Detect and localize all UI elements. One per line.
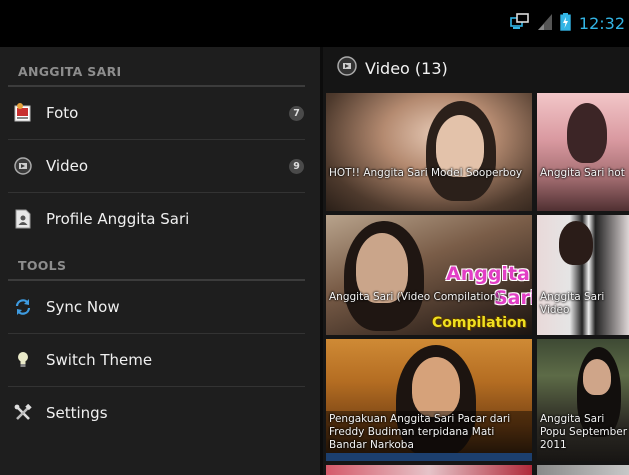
status-time: 12:32 [578, 14, 625, 33]
promo-banner: Compilation [432, 315, 527, 331]
status-bar: 12:32 [0, 0, 629, 47]
video-caption: Anggita Sari Video [540, 291, 605, 316]
video-thumbnail[interactable]: Anggita Sari Video [537, 215, 629, 335]
video-content-pane: Video (13) HOT!! Anggita Sari Model Soop… [323, 47, 629, 475]
settings-tools-icon [0, 404, 46, 422]
video-caption: HOT!! Anggita Sari Model Sooperboy [329, 167, 523, 179]
profile-icon [0, 209, 46, 229]
battery-charging-icon [560, 12, 571, 35]
drawer-item-label: Profile Anggita Sari [46, 210, 190, 228]
video-icon [0, 157, 46, 175]
video-caption: Pengakuan Anggita Sari Pacar dari Freddy… [329, 413, 511, 451]
network-transfer-icon [510, 12, 530, 35]
drawer-item-label: Video [46, 157, 89, 175]
photo-icon [0, 103, 46, 123]
page-title: Video (13) [365, 58, 448, 78]
video-thumbnail[interactable] [537, 465, 629, 475]
video-thumbnail[interactable]: Anggita Sari Compilation Anggita Sari (V… [326, 215, 532, 335]
video-caption: Anggita Sari hot [540, 167, 625, 179]
lightbulb-icon [0, 351, 46, 369]
drawer-header: ANGGITA SARI [18, 64, 122, 79]
video-thumbnail[interactable]: Anggita Sari hot [537, 93, 629, 211]
drawer-item-switch-theme[interactable]: Switch Theme [0, 334, 306, 386]
drawer-item-label: Foto [46, 104, 79, 122]
signal-icon [537, 13, 552, 34]
drawer-item-label: Sync Now [46, 298, 120, 316]
video-thumbnail[interactable] [326, 465, 532, 475]
sync-icon [0, 298, 46, 316]
drawer-item-profile[interactable]: Profile Anggita Sari [0, 193, 306, 245]
drawer-item-foto[interactable]: Foto 7 [0, 87, 306, 139]
video-icon [337, 56, 357, 80]
tools-section-header: TOOLS [18, 258, 67, 273]
navigation-drawer: ANGGITA SARI Foto 7 Video 9 Profile Angg… [0, 47, 320, 475]
drawer-item-label: Settings [46, 404, 108, 422]
drawer-item-video[interactable]: Video 9 [0, 140, 306, 192]
video-thumbnail[interactable]: Pengakuan Anggita Sari Pacar dari Freddy… [326, 339, 532, 461]
count-badge: 7 [289, 105, 304, 121]
count-badge: 9 [289, 158, 304, 174]
video-thumbnail[interactable]: HOT!! Anggita Sari Model Sooperboy [326, 93, 532, 211]
video-caption: Anggita Sari Popu September 2011 [540, 413, 628, 451]
drawer-item-sync-now[interactable]: Sync Now [0, 281, 306, 333]
drawer-item-settings[interactable]: Settings [0, 387, 306, 439]
drawer-item-label: Switch Theme [46, 351, 153, 369]
video-thumbnail[interactable]: Anggita Sari Popu September 2011 [537, 339, 629, 461]
promo-title: Anggita [446, 263, 530, 285]
content-header: Video (13) [323, 47, 629, 89]
video-caption: Anggita Sari (Video Compilation) [329, 291, 501, 303]
